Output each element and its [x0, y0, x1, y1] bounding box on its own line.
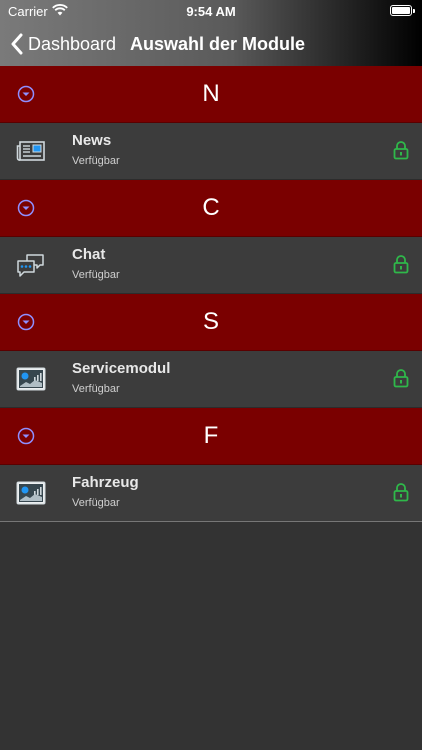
module-row-servicemodul[interactable]: Servicemodul Verfügbar: [0, 351, 422, 408]
lock-icon: [393, 483, 409, 502]
page-title: Auswahl der Module: [130, 34, 306, 54]
chevron-left-icon: [11, 33, 23, 55]
module-status: Verfügbar: [72, 497, 120, 509]
module-list: N News Verfügbar C Chat Verfügbar S Serv…: [0, 66, 422, 522]
module-row-news[interactable]: News Verfügbar: [0, 123, 422, 180]
clock: 9:54 AM: [186, 4, 236, 19]
section-header-c[interactable]: C: [0, 180, 422, 237]
back-button-label: Dashboard: [28, 33, 117, 54]
navigation-bar: Dashboard Auswahl der Module: [0, 22, 422, 66]
section-letter: C: [202, 194, 220, 221]
battery-icon: [390, 5, 415, 16]
section-letter: F: [203, 422, 219, 449]
status-bar: Carrier 9:54 AM: [0, 0, 422, 22]
dashboard-chart-icon: [16, 367, 46, 391]
module-title: Fahrzeug: [72, 474, 139, 491]
module-title: Servicemodul: [72, 360, 171, 377]
section-letter: S: [202, 308, 219, 335]
section-header-s[interactable]: S: [0, 294, 422, 351]
lock-icon: [393, 369, 409, 388]
back-button[interactable]: Dashboard: [10, 22, 116, 66]
section-letter: N: [202, 80, 220, 107]
chat-bubbles-icon: [17, 254, 44, 277]
newspaper-icon: [16, 141, 45, 161]
module-title: Chat: [72, 246, 106, 263]
lock-icon: [393, 141, 409, 160]
module-title: News: [72, 132, 112, 149]
section-header-n[interactable]: N: [0, 66, 422, 123]
module-status: Verfügbar: [72, 269, 120, 281]
module-status: Verfügbar: [72, 155, 120, 167]
module-status: Verfügbar: [72, 383, 120, 395]
module-row-fahrzeug[interactable]: Fahrzeug Verfügbar: [0, 465, 422, 522]
section-header-f[interactable]: F: [0, 408, 422, 465]
module-row-chat[interactable]: Chat Verfügbar: [0, 237, 422, 294]
lock-icon: [393, 255, 409, 274]
dashboard-chart-icon: [16, 481, 46, 505]
